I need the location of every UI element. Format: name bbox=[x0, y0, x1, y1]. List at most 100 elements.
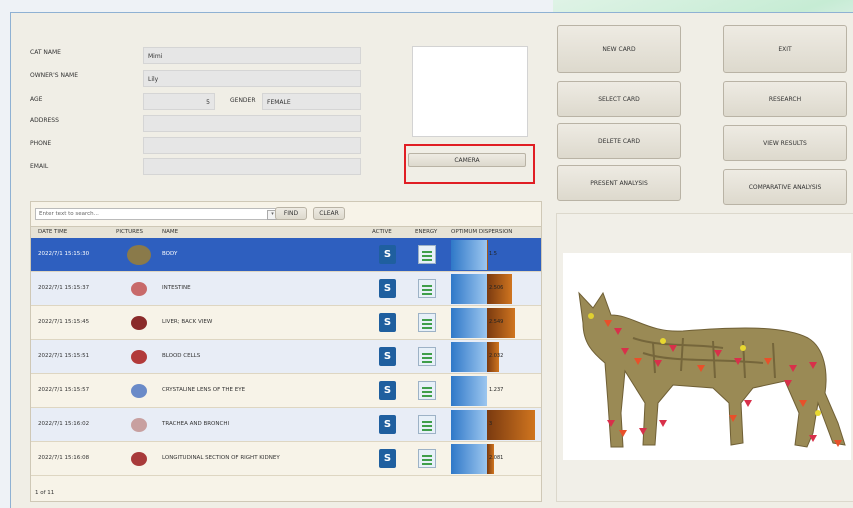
header-energy[interactable]: ENERGY bbox=[415, 229, 437, 235]
row-value: 2.081 bbox=[489, 455, 504, 461]
table-row[interactable]: 2022/7/1 15:16:08 LONGITUDINAL SECTION OF… bbox=[31, 442, 541, 476]
table-row[interactable]: 2022/7/1 15:15:51 BLOOD CELLS S 2.032 bbox=[31, 340, 541, 374]
optimum-bar bbox=[451, 376, 487, 406]
row-name: BLOOD CELLS bbox=[162, 353, 201, 359]
dispersion-bar bbox=[487, 240, 488, 270]
energy-icon[interactable] bbox=[418, 449, 436, 468]
active-s-icon[interactable]: S bbox=[379, 415, 396, 434]
marker bbox=[660, 338, 666, 344]
row-date: 2022/7/1 15:15:51 bbox=[38, 353, 90, 359]
row-date: 2022/7/1 15:16:08 bbox=[38, 455, 90, 461]
table-row[interactable]: 2022/7/1 15:16:02 TRACHEA AND BRONCHI S 3 bbox=[31, 408, 541, 442]
kidney-thumbnail-icon bbox=[124, 446, 154, 472]
clear-button[interactable]: Clear bbox=[313, 207, 345, 220]
row-value: 2.549 bbox=[489, 319, 504, 325]
new-card-button[interactable]: NEW CARD bbox=[557, 25, 681, 73]
marker bbox=[659, 420, 667, 427]
select-card-button[interactable]: SELECT CARD bbox=[557, 81, 681, 117]
present-analysis-button[interactable]: PRESENT ANALYSIS bbox=[557, 165, 681, 201]
row-value: 1.5 bbox=[489, 251, 497, 257]
owner-name-label: OWNER'S NAME bbox=[30, 72, 79, 79]
active-s-icon[interactable]: S bbox=[379, 279, 396, 298]
exit-button[interactable]: EXIT bbox=[723, 25, 847, 73]
liver-thumbnail-icon bbox=[124, 310, 154, 336]
table-row[interactable]: 2022/7/1 15:15:57 CRYSTALINE LENS OF THE … bbox=[31, 374, 541, 408]
email-label: EMAIL bbox=[30, 163, 49, 170]
row-date: 2022/7/1 15:15:57 bbox=[38, 387, 90, 393]
view-results-button[interactable]: VIEW RESULTS bbox=[723, 125, 847, 161]
cat-thumbnail-icon bbox=[124, 242, 154, 268]
optimum-bar bbox=[451, 410, 487, 440]
dispersion-bar bbox=[487, 410, 535, 440]
optimum-bar bbox=[451, 308, 487, 338]
analysis-grid: Enter text to search... ▾ Find Clear DAT… bbox=[30, 201, 542, 502]
active-s-icon[interactable]: S bbox=[379, 381, 396, 400]
marker bbox=[815, 410, 821, 416]
cat-image bbox=[563, 253, 851, 460]
research-button[interactable]: RESEARCH bbox=[723, 81, 847, 117]
energy-icon[interactable] bbox=[418, 313, 436, 332]
energy-icon[interactable] bbox=[418, 415, 436, 434]
email-field[interactable] bbox=[143, 158, 361, 175]
optimum-bar bbox=[451, 342, 487, 372]
table-row[interactable]: 2022/7/1 15:15:37 INTESTINE S 2.506 bbox=[31, 272, 541, 306]
trachea-thumbnail-icon bbox=[124, 412, 154, 438]
lens-thumbnail-icon bbox=[124, 378, 154, 404]
optimum-bar bbox=[451, 444, 487, 474]
energy-icon[interactable] bbox=[418, 245, 436, 264]
header-name[interactable]: NAME bbox=[162, 229, 178, 235]
phone-label: PHONE bbox=[30, 140, 52, 147]
comparative-analysis-button[interactable]: COMPARATIVE ANALYSIS bbox=[723, 169, 847, 205]
camera-button[interactable]: CAMERA bbox=[408, 153, 526, 167]
row-date: 2022/7/1 15:15:45 bbox=[38, 319, 90, 325]
energy-icon[interactable] bbox=[418, 279, 436, 298]
row-value: 2.032 bbox=[489, 353, 504, 359]
gender-field[interactable]: FEMALE bbox=[262, 93, 361, 110]
owner-name-field[interactable]: Lily bbox=[143, 70, 361, 87]
marker bbox=[740, 345, 746, 351]
active-s-icon[interactable]: S bbox=[379, 245, 396, 264]
table-row[interactable]: 2022/7/1 15:15:45 LIVER; back view S 2.549 bbox=[31, 306, 541, 340]
header-date-time[interactable]: DATE TIME bbox=[38, 229, 67, 235]
row-date: 2022/7/1 15:16:02 bbox=[38, 421, 90, 427]
optimum-bar bbox=[451, 240, 487, 270]
row-name: LIVER; back view bbox=[162, 319, 213, 325]
intestine-thumbnail-icon bbox=[124, 276, 154, 302]
row-date: 2022/7/1 15:15:30 bbox=[38, 251, 90, 257]
anatomy-panel bbox=[556, 213, 853, 502]
row-value: 2.506 bbox=[489, 285, 504, 291]
optimum-bar bbox=[451, 274, 487, 304]
header-active[interactable]: ACTIVE bbox=[372, 229, 392, 235]
age-label: AGE bbox=[30, 96, 43, 103]
address-label: ADDRESS bbox=[30, 117, 59, 124]
header-pictures[interactable]: PICTURES bbox=[116, 229, 143, 235]
row-date: 2022/7/1 15:15:37 bbox=[38, 285, 90, 291]
address-field[interactable] bbox=[143, 115, 361, 132]
active-s-icon[interactable]: S bbox=[379, 313, 396, 332]
cat-name-label: CAT NAME bbox=[30, 49, 61, 56]
row-name: LONGITUDINAL SECTION OF RIGHT KIDNEY bbox=[162, 455, 280, 461]
find-button[interactable]: Find bbox=[275, 207, 307, 220]
active-s-icon[interactable]: S bbox=[379, 449, 396, 468]
table-row[interactable]: 2022/7/1 15:15:30 BODY S 1.5 bbox=[31, 238, 541, 272]
energy-icon[interactable] bbox=[418, 347, 436, 366]
blood-thumbnail-icon bbox=[124, 344, 154, 370]
page-indicator: 1 of 11 bbox=[35, 490, 55, 496]
gender-label: GENDER bbox=[230, 97, 256, 104]
age-field[interactable]: 5 bbox=[143, 93, 215, 110]
row-name: BODY bbox=[162, 251, 178, 257]
energy-icon[interactable] bbox=[418, 381, 436, 400]
marker bbox=[744, 400, 752, 407]
row-value: 1.237 bbox=[489, 387, 504, 393]
search-input[interactable]: Enter text to search... ▾ bbox=[35, 208, 287, 220]
header-optimum-dispersion[interactable]: OPTIMUM DISPERSION bbox=[451, 229, 512, 235]
row-name: TRACHEA AND BRONCHI bbox=[162, 421, 230, 427]
cat-name-field[interactable]: Mimi bbox=[143, 47, 361, 64]
cat-illustration bbox=[578, 291, 846, 448]
delete-card-button[interactable]: DELETE CARD bbox=[557, 123, 681, 159]
app-window: CAT NAME Mimi OWNER'S NAME Lily AGE 5 GE… bbox=[10, 12, 853, 508]
phone-field[interactable] bbox=[143, 137, 361, 154]
row-name: CRYSTALINE LENS OF THE EYE bbox=[162, 387, 246, 393]
row-value: 3 bbox=[489, 421, 493, 427]
active-s-icon[interactable]: S bbox=[379, 347, 396, 366]
